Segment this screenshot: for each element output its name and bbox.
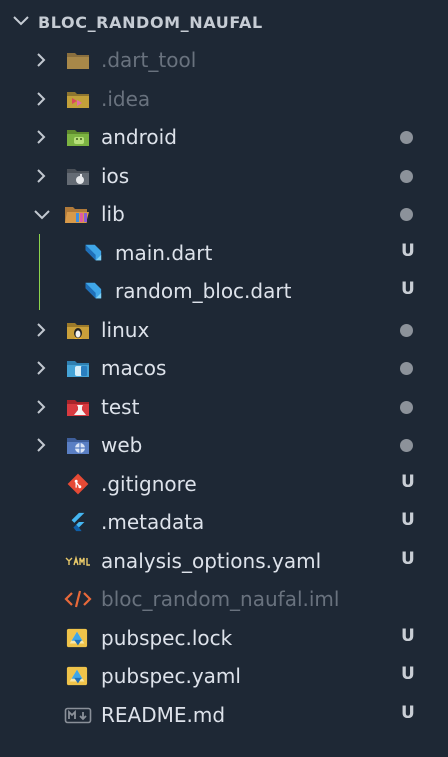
pubspec-icon <box>66 628 88 648</box>
tree-item-label: android <box>101 125 177 149</box>
tree-item-test[interactable]: test <box>0 388 448 426</box>
macos-folder-icon <box>67 361 89 377</box>
untracked-badge: U <box>401 241 415 261</box>
untracked-badge: U <box>401 472 415 492</box>
tree-item-label: ios <box>101 164 130 188</box>
tree-item-label: linux <box>101 318 150 342</box>
folder-icon <box>67 53 89 69</box>
tree-item-label: bloc_random_naufal.iml <box>101 587 340 611</box>
tree-item-random-bloc-dart[interactable]: random_bloc.dart U <box>0 272 448 310</box>
test-folder-icon <box>67 400 89 416</box>
modified-indicator <box>400 131 413 144</box>
tree-item-linux[interactable]: linux <box>0 311 448 349</box>
dart-icon <box>85 282 102 299</box>
tree-item-analysis-options[interactable]: analysis_options.yaml U <box>0 542 448 580</box>
file-explorer: BLOC_RANDOM_NAUFAL .dart_tool .idea andr… <box>0 0 448 757</box>
chevron-right-icon <box>37 169 46 183</box>
untracked-badge: U <box>401 626 415 646</box>
code-icon <box>64 590 92 608</box>
pubspec-icon <box>66 666 88 686</box>
tree-item-label: pubspec.lock <box>101 626 233 650</box>
tree-item-android[interactable]: android <box>0 118 448 156</box>
linux-folder-icon <box>67 323 89 339</box>
lib-folder-open-icon <box>65 207 89 223</box>
android-folder-icon <box>67 130 89 146</box>
tree-item-macos[interactable]: macos <box>0 349 448 387</box>
chevron-right-icon <box>37 53 46 67</box>
tree-item-label: test <box>101 395 140 419</box>
chevron-right-icon <box>37 92 46 106</box>
modified-indicator <box>400 439 413 452</box>
git-icon <box>67 473 89 495</box>
modified-indicator <box>400 401 413 414</box>
modified-indicator <box>400 324 413 337</box>
tree-item-label: .dart_tool <box>101 48 197 72</box>
tree-item-gitignore[interactable]: .gitignore U <box>0 465 448 503</box>
web-folder-icon <box>67 438 89 454</box>
tree-item-iml[interactable]: bloc_random_naufal.iml <box>0 580 448 618</box>
ios-folder-icon <box>67 169 89 185</box>
yaml-icon <box>65 555 90 566</box>
modified-indicator <box>400 362 413 375</box>
tree-item-label: main.dart <box>115 241 213 265</box>
modified-indicator <box>400 170 413 183</box>
workspace-title: BLOC_RANDOM_NAUFAL <box>38 13 263 32</box>
untracked-badge: U <box>401 703 415 723</box>
tree-item-label: README.md <box>101 703 226 727</box>
explorer-section-header[interactable]: BLOC_RANDOM_NAUFAL <box>0 6 448 38</box>
tree-item-lib[interactable]: lib <box>0 195 448 233</box>
tree-item-ios[interactable]: ios <box>0 157 448 195</box>
tree-item-label: pubspec.yaml <box>101 664 241 688</box>
tree-item-label: .metadata <box>101 510 205 534</box>
chevron-down-icon <box>13 16 29 26</box>
tree-item-readme[interactable]: README.md U <box>0 696 448 734</box>
tree-item-idea[interactable]: .idea <box>0 80 448 118</box>
dart-icon <box>85 244 102 261</box>
untracked-badge: U <box>401 664 415 684</box>
chevron-down-icon <box>34 210 50 220</box>
tree-item-main-dart[interactable]: main.dart U <box>0 234 448 272</box>
chevron-right-icon <box>37 438 46 452</box>
tree-item-label: .idea <box>101 87 151 111</box>
untracked-badge: U <box>401 549 415 569</box>
tree-item-label: .gitignore <box>101 472 197 496</box>
markdown-icon <box>64 707 92 724</box>
flutter-icon <box>71 512 85 532</box>
tree-item-metadata[interactable]: .metadata U <box>0 503 448 541</box>
tree-item-web[interactable]: web <box>0 426 448 464</box>
tree-item-label: analysis_options.yaml <box>101 549 322 573</box>
tree-item-label: macos <box>101 356 167 380</box>
chevron-right-icon <box>37 361 46 375</box>
untracked-badge: U <box>401 510 415 530</box>
chevron-right-icon <box>37 130 46 144</box>
tree-item-dart-tool[interactable]: .dart_tool <box>0 41 448 79</box>
chevron-right-icon <box>37 323 46 337</box>
untracked-badge: U <box>401 279 415 299</box>
tree-item-pubspec-lock[interactable]: pubspec.lock U <box>0 619 448 657</box>
tree-item-label: lib <box>101 202 125 226</box>
tree-item-pubspec-yaml[interactable]: pubspec.yaml U <box>0 657 448 695</box>
tree-item-label: random_bloc.dart <box>115 279 292 303</box>
modified-indicator <box>400 208 413 221</box>
idea-folder-icon <box>67 92 89 108</box>
chevron-right-icon <box>37 400 46 414</box>
tree-item-label: web <box>101 433 143 457</box>
